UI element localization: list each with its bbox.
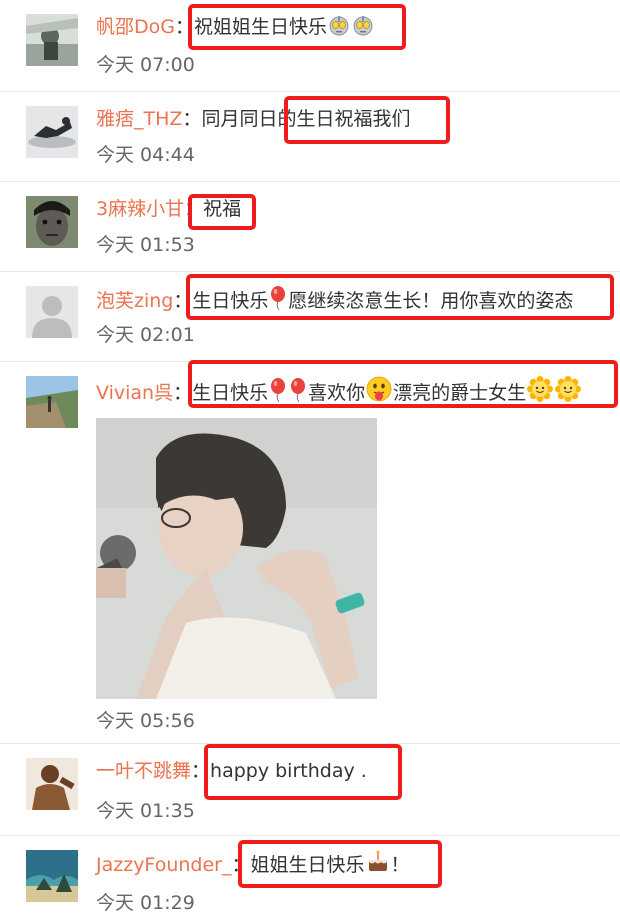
- username-link[interactable]: 3麻辣小甘: [96, 198, 184, 220]
- comment-item: 雅痞_THZ：同月同日的生日祝福我们 今天 04:44: [0, 92, 620, 182]
- username-link[interactable]: Vivian呉: [96, 382, 173, 404]
- comment-time: 今天 01:53: [96, 234, 195, 256]
- comment-time: 今天 02:01: [96, 324, 195, 346]
- comment-time: 今天 07:00: [96, 54, 195, 76]
- comment-time: 今天 01:29: [96, 892, 195, 914]
- comment-item: 3麻辣小甘：祝福 今天 01:53: [0, 182, 620, 272]
- comment-item: 一叶不跳舞：happy birthday . 今天 01:35: [0, 744, 620, 836]
- comment-item: JazzyFounder_：姐姐生日快乐！ 今天 01:29: [0, 836, 620, 920]
- avatar[interactable]: [26, 106, 78, 158]
- comment-time: 今天 01:35: [96, 800, 195, 822]
- avatar[interactable]: [26, 286, 78, 338]
- highlight-box: [188, 194, 256, 230]
- comment-item: 泡芙zing：生日快乐 愿继续恣意生长！用你喜欢的姿态 今天 02:01: [0, 272, 620, 362]
- username-link[interactable]: JazzyFounder_: [96, 854, 231, 876]
- highlight-box: [188, 4, 406, 50]
- comment-photo[interactable]: [96, 418, 377, 699]
- avatar[interactable]: [26, 196, 78, 248]
- comment-item: Vivian呉：生日快乐 喜欢你 漂亮的爵士女生 今天 05:56: [0, 360, 620, 744]
- comment-time: 今天 05:56: [96, 710, 195, 732]
- avatar[interactable]: [26, 14, 78, 66]
- highlight-box: [186, 274, 614, 320]
- highlight-box: [238, 840, 442, 888]
- highlight-box: [204, 744, 402, 800]
- avatar[interactable]: [26, 376, 78, 428]
- username-link[interactable]: 帆邵DoG: [96, 16, 175, 38]
- highlight-box: [188, 360, 618, 408]
- avatar[interactable]: [26, 758, 78, 810]
- username-link[interactable]: 一叶不跳舞: [96, 760, 191, 782]
- highlight-box: [284, 96, 450, 144]
- username-link[interactable]: 泡芙zing: [96, 290, 173, 312]
- comment-item: 帆邵DoG：祝姐姐生日快乐 今天 07:00: [0, 0, 620, 92]
- username-link[interactable]: 雅痞_THZ: [96, 108, 182, 130]
- comment-time: 今天 04:44: [96, 144, 195, 166]
- avatar[interactable]: [26, 850, 78, 902]
